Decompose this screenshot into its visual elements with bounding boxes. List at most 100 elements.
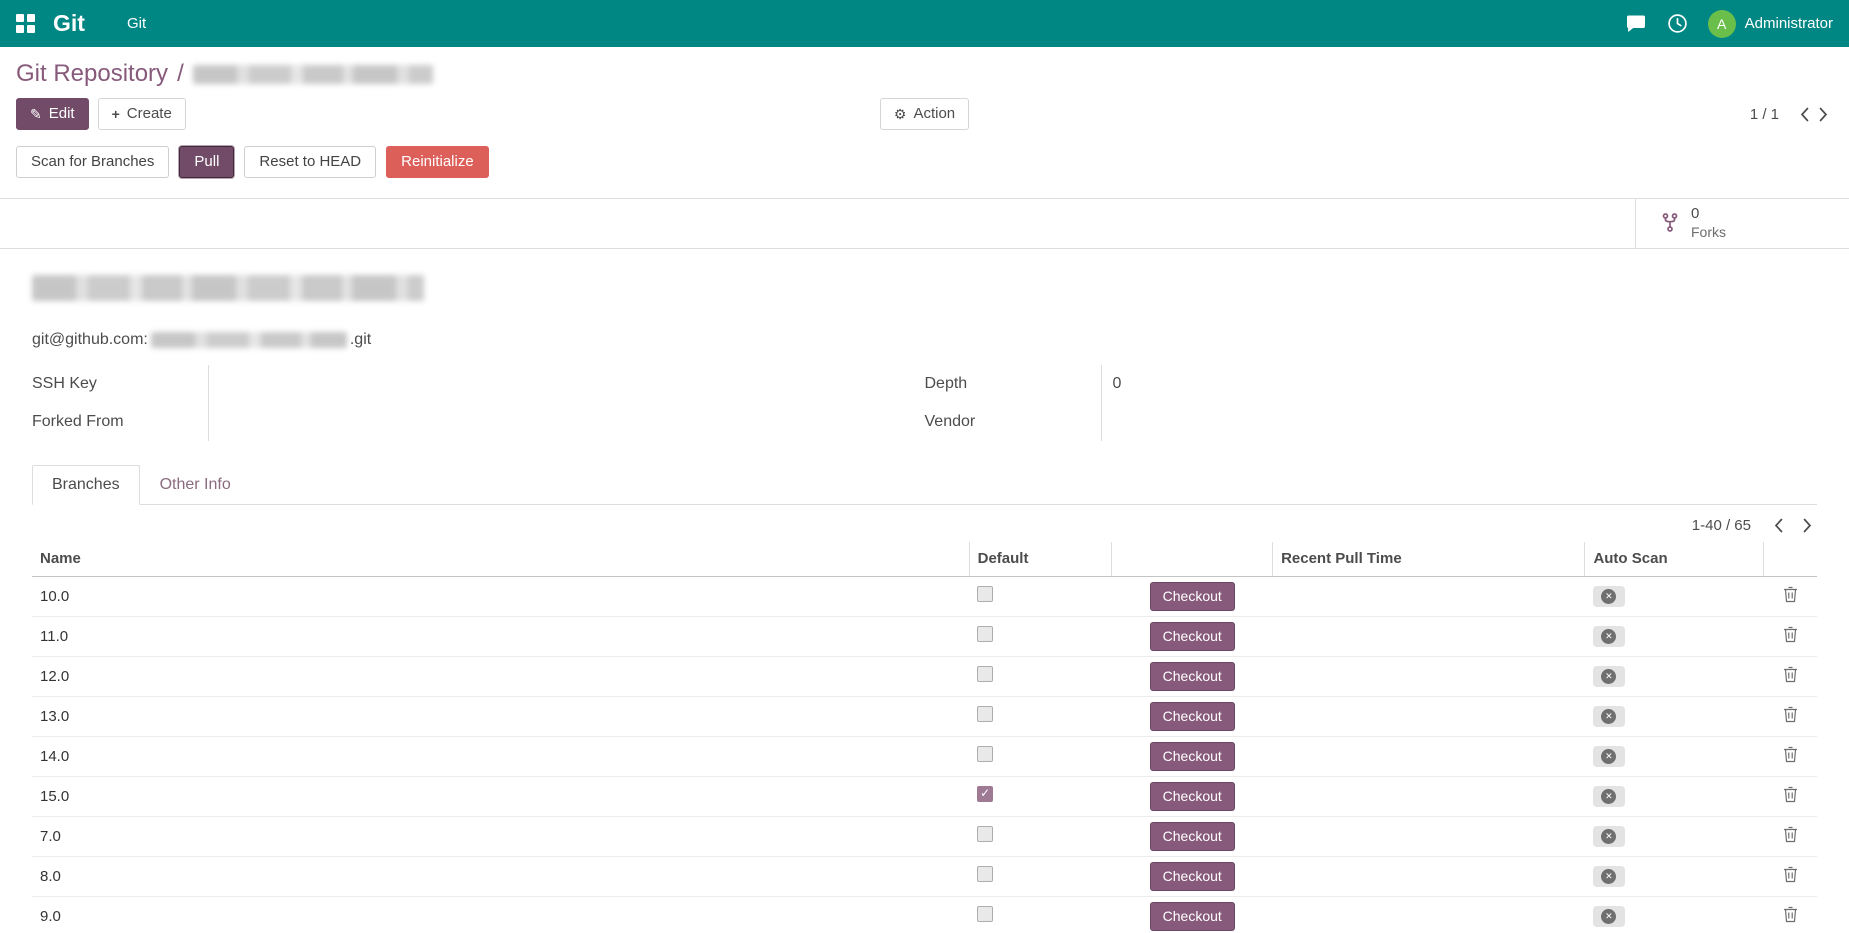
column-header-recent-pull-time[interactable]: Recent Pull Time: [1273, 542, 1585, 576]
default-checkbox[interactable]: [977, 586, 993, 602]
forks-stat-button[interactable]: 0 Forks: [1635, 199, 1849, 248]
depth-value[interactable]: 0: [1101, 365, 1818, 403]
branch-name: 10.0: [40, 588, 69, 605]
checkout-button[interactable]: Checkout: [1150, 742, 1235, 771]
checkout-button[interactable]: Checkout: [1150, 862, 1235, 891]
recent-pull-time-cell: [1273, 856, 1585, 896]
pull-button[interactable]: Pull: [179, 146, 234, 178]
branch-name: 7.0: [40, 828, 61, 845]
messages-icon[interactable]: [1625, 14, 1647, 34]
action-menu-button[interactable]: ⚙ Action: [880, 98, 969, 130]
checkout-button[interactable]: Checkout: [1150, 782, 1235, 811]
branch-row[interactable]: 12.0 Checkout: [32, 656, 1817, 696]
branch-row[interactable]: 7.0 Checkout: [32, 816, 1817, 856]
record-pager-value: 1 / 1: [1750, 106, 1779, 123]
apps-menu-icon[interactable]: [16, 14, 35, 33]
forked-from-value[interactable]: [208, 403, 925, 441]
auto-scan-toggle-button[interactable]: [1593, 586, 1625, 607]
branch-row[interactable]: 15.0 Checkout: [32, 776, 1817, 816]
recent-pull-time-cell: [1273, 616, 1585, 656]
vendor-value[interactable]: [1101, 403, 1818, 441]
username: Administrator: [1745, 15, 1833, 32]
repository-name-redacted: [32, 275, 424, 301]
default-checkbox[interactable]: [977, 626, 993, 642]
forks-label: Forks: [1691, 224, 1726, 242]
top-navbar: Git Git A Administrator: [0, 0, 1849, 47]
branch-row[interactable]: 8.0 Checkout: [32, 856, 1817, 896]
column-header-auto-scan[interactable]: Auto Scan: [1585, 542, 1764, 576]
auto-scan-toggle-button[interactable]: [1593, 826, 1625, 847]
user-menu[interactable]: A Administrator: [1708, 10, 1833, 38]
auto-scan-toggle-button[interactable]: [1593, 786, 1625, 807]
branch-row[interactable]: 9.0 Checkout: [32, 896, 1817, 933]
repo-url-redacted: [151, 332, 347, 348]
trash-icon: [1783, 626, 1798, 643]
checkout-button[interactable]: Checkout: [1150, 622, 1235, 651]
checkout-button[interactable]: Checkout: [1150, 662, 1235, 691]
auto-scan-toggle-button[interactable]: [1593, 866, 1625, 887]
pager-next-button[interactable]: [1814, 104, 1833, 125]
auto-scan-toggle-button[interactable]: [1593, 746, 1625, 767]
default-checkbox[interactable]: [977, 866, 993, 882]
repo-url-prefix: git@github.com:: [32, 331, 148, 349]
delete-row-button[interactable]: [1779, 904, 1802, 928]
circle-x-icon: [1601, 869, 1616, 884]
default-checkbox[interactable]: [977, 746, 993, 762]
checkout-button[interactable]: Checkout: [1150, 582, 1235, 611]
branch-name: 9.0: [40, 908, 61, 925]
branches-pager-next-button[interactable]: [1798, 515, 1817, 536]
branch-row[interactable]: 13.0 Checkout: [32, 696, 1817, 736]
delete-row-button[interactable]: [1779, 584, 1802, 608]
auto-scan-toggle-button[interactable]: [1593, 626, 1625, 647]
checkout-button[interactable]: Checkout: [1150, 902, 1235, 931]
notebook-tabs: Branches Other Info: [32, 465, 1817, 505]
delete-row-button[interactable]: [1779, 624, 1802, 648]
auto-scan-toggle-button[interactable]: [1593, 706, 1625, 727]
reset-to-head-button[interactable]: Reset to HEAD: [244, 146, 376, 178]
stat-button-box: 0 Forks: [0, 199, 1849, 249]
branch-name: 14.0: [40, 748, 69, 765]
delete-row-button[interactable]: [1779, 864, 1802, 888]
action-button-label: Action: [913, 105, 955, 123]
branch-row[interactable]: 11.0 Checkout: [32, 616, 1817, 656]
auto-scan-toggle-button[interactable]: [1593, 906, 1625, 927]
default-checkbox[interactable]: [977, 786, 993, 802]
branch-row[interactable]: 10.0 Checkout: [32, 576, 1817, 616]
branches-pager-previous-button[interactable]: [1769, 515, 1788, 536]
trash-icon: [1783, 666, 1798, 683]
delete-row-button[interactable]: [1779, 824, 1802, 848]
branch-row[interactable]: 14.0 Checkout: [32, 736, 1817, 776]
column-header-name[interactable]: Name: [32, 542, 969, 576]
checkout-button[interactable]: Checkout: [1150, 822, 1235, 851]
recent-pull-time-cell: [1273, 816, 1585, 856]
edit-button[interactable]: ✎ Edit: [16, 98, 89, 130]
default-checkbox[interactable]: [977, 906, 993, 922]
column-header-delete: [1763, 542, 1817, 576]
scan-for-branches-button[interactable]: Scan for Branches: [16, 146, 169, 178]
menu-item-git[interactable]: Git: [119, 9, 154, 38]
delete-row-button[interactable]: [1779, 704, 1802, 728]
create-button[interactable]: + Create: [98, 98, 186, 130]
checkout-button[interactable]: Checkout: [1150, 702, 1235, 731]
recent-pull-time-cell: [1273, 736, 1585, 776]
default-checkbox[interactable]: [977, 706, 993, 722]
pager-previous-button[interactable]: [1795, 104, 1814, 125]
app-name[interactable]: Git: [53, 10, 85, 37]
ssh-key-value[interactable]: [208, 365, 925, 403]
column-header-default[interactable]: Default: [969, 542, 1112, 576]
reinitialize-button[interactable]: Reinitialize: [386, 146, 489, 178]
activities-clock-icon[interactable]: [1667, 13, 1688, 34]
default-checkbox[interactable]: [977, 826, 993, 842]
avatar: A: [1708, 10, 1736, 38]
auto-scan-toggle-button[interactable]: [1593, 666, 1625, 687]
trash-icon: [1783, 706, 1798, 723]
tab-other-info[interactable]: Other Info: [140, 465, 251, 505]
breadcrumb-root[interactable]: Git Repository: [16, 60, 168, 88]
default-checkbox[interactable]: [977, 666, 993, 682]
delete-row-button[interactable]: [1779, 784, 1802, 808]
code-fork-icon: [1662, 212, 1678, 236]
delete-row-button[interactable]: [1779, 664, 1802, 688]
recent-pull-time-cell: [1273, 656, 1585, 696]
tab-branches[interactable]: Branches: [32, 465, 140, 505]
delete-row-button[interactable]: [1779, 744, 1802, 768]
